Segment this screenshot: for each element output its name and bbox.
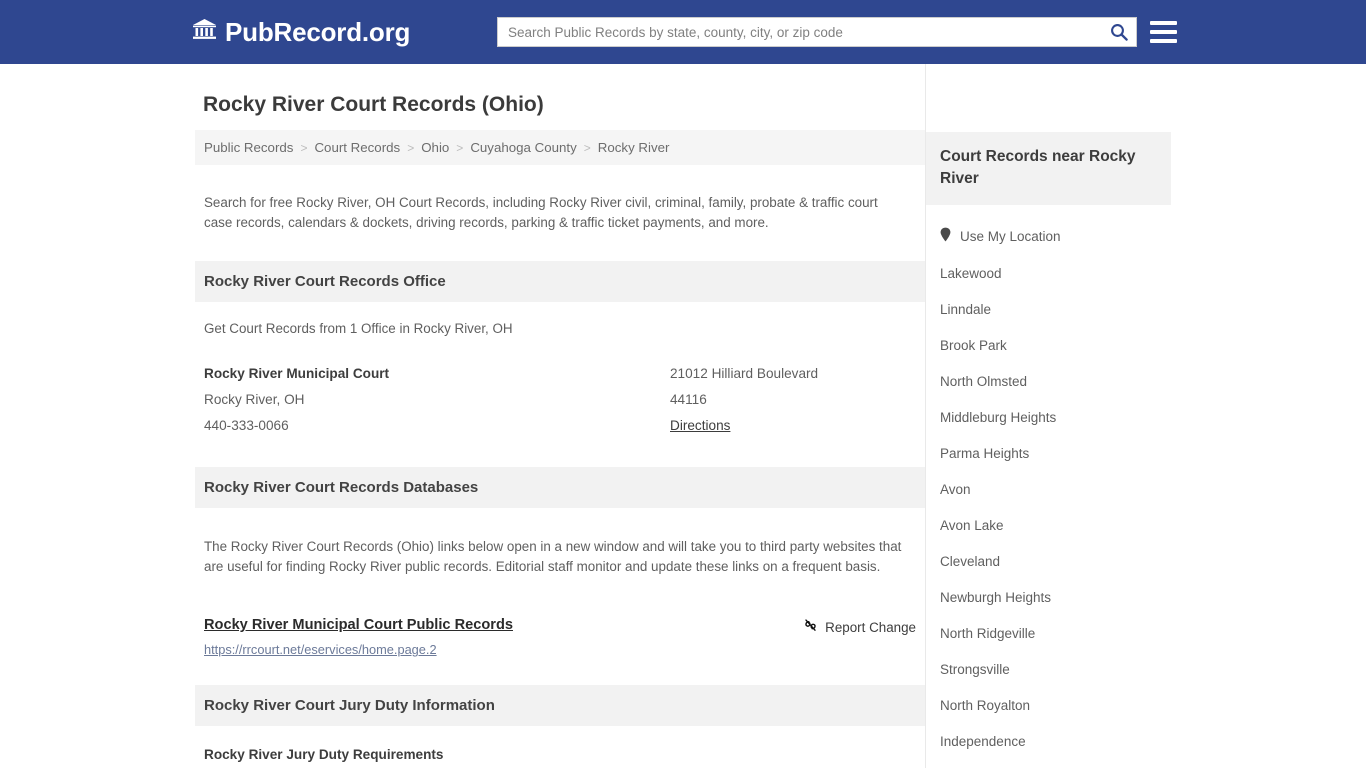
databases-section-heading: Rocky River Court Records Databases (195, 466, 925, 508)
sidebar-item-label: Avon Lake (940, 518, 1004, 533)
sidebar-item-brook-park[interactable]: Brook Park (926, 328, 1171, 364)
list-item: Strongsville (926, 652, 1171, 688)
sidebar-item-independence[interactable]: Independence (926, 724, 1171, 760)
list-item: North Royalton (926, 688, 1171, 724)
sidebar-item-north-ridgeville[interactable]: North Ridgeville (926, 616, 1171, 652)
list-item: Garfield Heights (926, 760, 1171, 768)
search-icon (1110, 23, 1128, 41)
sidebar-item-label: North Royalton (940, 698, 1031, 713)
intro-description: Search for free Rocky River, OH Court Re… (204, 194, 878, 230)
directions-link[interactable]: Directions (670, 418, 730, 433)
map-pin-icon (940, 227, 951, 246)
breadcrumb-separator: > (300, 140, 308, 155)
breadcrumb-item-court-records[interactable]: Court Records (314, 140, 400, 155)
page-body: Rocky River Court Records (Ohio) Public … (0, 64, 1366, 768)
sidebar-item-cleveland[interactable]: Cleveland (926, 544, 1171, 580)
office-street: 21012 Hilliard Boulevard (670, 365, 819, 381)
sidebar-item-label: Newburgh Heights (940, 590, 1052, 605)
hamburger-menu-icon (1150, 21, 1177, 25)
site-header: PubRecord.org (0, 0, 1366, 64)
sidebar-item-label: Middleburg Heights (940, 410, 1057, 425)
sidebar-item-garfield-heights[interactable]: Garfield Heights (926, 760, 1171, 768)
jury-section-heading: Rocky River Court Jury Duty Information (195, 685, 925, 727)
sidebar-item-avon[interactable]: Avon (926, 472, 1171, 508)
sidebar-nearby-list: Use My Location Lakewood Linndale Brook … (926, 205, 1171, 768)
sidebar-item-avon-lake[interactable]: Avon Lake (926, 508, 1171, 544)
hamburger-menu-icon-bar-3 (1150, 39, 1177, 43)
page-title: Rocky River Court Records (Ohio) (203, 93, 544, 116)
sidebar-item-label: Independence (940, 734, 1026, 749)
office-phone: 440-333-0066 (204, 417, 289, 433)
database-url[interactable]: https://rrcourt.net/eservices/home.page.… (195, 636, 925, 657)
sidebar-item-newburgh-heights[interactable]: Newburgh Heights (926, 580, 1171, 616)
sidebar-item-middleburg-heights[interactable]: Middleburg Heights (926, 400, 1171, 436)
breadcrumb-item-ohio[interactable]: Ohio (421, 140, 449, 155)
list-item: Use My Location (926, 217, 1171, 256)
list-item: Independence (926, 724, 1171, 760)
sidebar-item-label: Lakewood (940, 266, 1002, 281)
list-item: Brook Park (926, 328, 1171, 364)
breadcrumb: Public Records > Court Records > Ohio > … (195, 130, 925, 166)
sidebar: Court Records near Rocky River Use My Lo… (925, 64, 1171, 768)
content-container: Rocky River Court Records (Ohio) Public … (195, 64, 1171, 768)
list-item: Cleveland (926, 544, 1171, 580)
office-city-state: Rocky River, OH (204, 391, 305, 407)
sidebar-item-label: Cleveland (940, 554, 1001, 569)
sidebar-item-label: North Olmsted (940, 374, 1028, 389)
list-item: Lakewood (926, 256, 1171, 292)
sidebar-item-lakewood[interactable]: Lakewood (926, 256, 1171, 292)
sidebar-item-parma-heights[interactable]: Parma Heights (926, 436, 1171, 472)
breadcrumb-separator: > (407, 140, 415, 155)
office-details-left: Rocky River Municipal Court Rocky River,… (204, 361, 670, 439)
list-item: Middleburg Heights (926, 400, 1171, 436)
office-section-subtext: Get Court Records from 1 Office in Rocky… (204, 320, 513, 336)
sidebar-item-label: Linndale (940, 302, 992, 317)
office-zip: 44116 (670, 391, 707, 407)
office-name: Rocky River Municipal Court (204, 365, 390, 381)
search-button[interactable] (1102, 18, 1136, 46)
sidebar-item-label: Brook Park (940, 338, 1007, 353)
search-bar (497, 17, 1137, 47)
sidebar-item-linndale[interactable]: Linndale (926, 292, 1171, 328)
list-item: Linndale (926, 292, 1171, 328)
sidebar-item-use-my-location[interactable]: Use My Location (926, 217, 1171, 256)
hamburger-menu-button[interactable] (1150, 18, 1177, 46)
database-link-row: Rocky River Municipal Court Public Recor… (195, 590, 925, 636)
list-item: Avon (926, 472, 1171, 508)
office-section-heading: Rocky River Court Records Office (195, 260, 925, 302)
breadcrumb-item-rocky-river[interactable]: Rocky River (598, 140, 670, 155)
office-details-right: 21012 Hilliard Boulevard 44116 Direction… (670, 361, 916, 439)
sidebar-item-north-olmsted[interactable]: North Olmsted (926, 364, 1171, 400)
list-item: Avon Lake (926, 508, 1171, 544)
sidebar-item-label: Strongsville (940, 662, 1010, 677)
databases-description: The Rocky River Court Records (Ohio) lin… (204, 538, 902, 574)
broken-link-icon (803, 618, 818, 636)
sidebar-item-label: North Ridgeville (940, 626, 1036, 641)
report-change-label: Report Change (825, 619, 916, 635)
sidebar-item-strongsville[interactable]: Strongsville (926, 652, 1171, 688)
breadcrumb-item-cuyahoga-county[interactable]: Cuyahoga County (470, 140, 576, 155)
breadcrumb-item-public-records[interactable]: Public Records (204, 140, 293, 155)
list-item: North Olmsted (926, 364, 1171, 400)
list-item: Parma Heights (926, 436, 1171, 472)
sidebar-heading: Court Records near Rocky River (926, 132, 1171, 205)
list-item: Newburgh Heights (926, 580, 1171, 616)
sidebar-item-north-royalton[interactable]: North Royalton (926, 688, 1171, 724)
list-item: North Ridgeville (926, 616, 1171, 652)
hamburger-menu-icon-bar-2 (1150, 30, 1177, 34)
main-content-column: Rocky River Court Records (Ohio) Public … (195, 64, 925, 768)
breadcrumb-separator: > (583, 140, 591, 155)
site-brand-name: PubRecord.org (225, 16, 411, 47)
database-link[interactable]: Rocky River Municipal Court Public Recor… (204, 617, 513, 633)
report-change-button[interactable]: Report Change (803, 617, 916, 636)
sidebar-item-label: Parma Heights (940, 446, 1030, 461)
sidebar-item-label: Avon (940, 482, 971, 497)
search-input[interactable] (498, 18, 1102, 46)
bank-building-icon (192, 18, 217, 46)
breadcrumb-separator: > (456, 140, 464, 155)
jury-table-title: Rocky River Jury Duty Requirements (204, 747, 444, 763)
sidebar-item-label: Use My Location (960, 228, 1061, 244)
site-logo-link[interactable]: PubRecord.org (192, 17, 410, 48)
office-details: Rocky River Municipal Court Rocky River,… (195, 339, 925, 439)
